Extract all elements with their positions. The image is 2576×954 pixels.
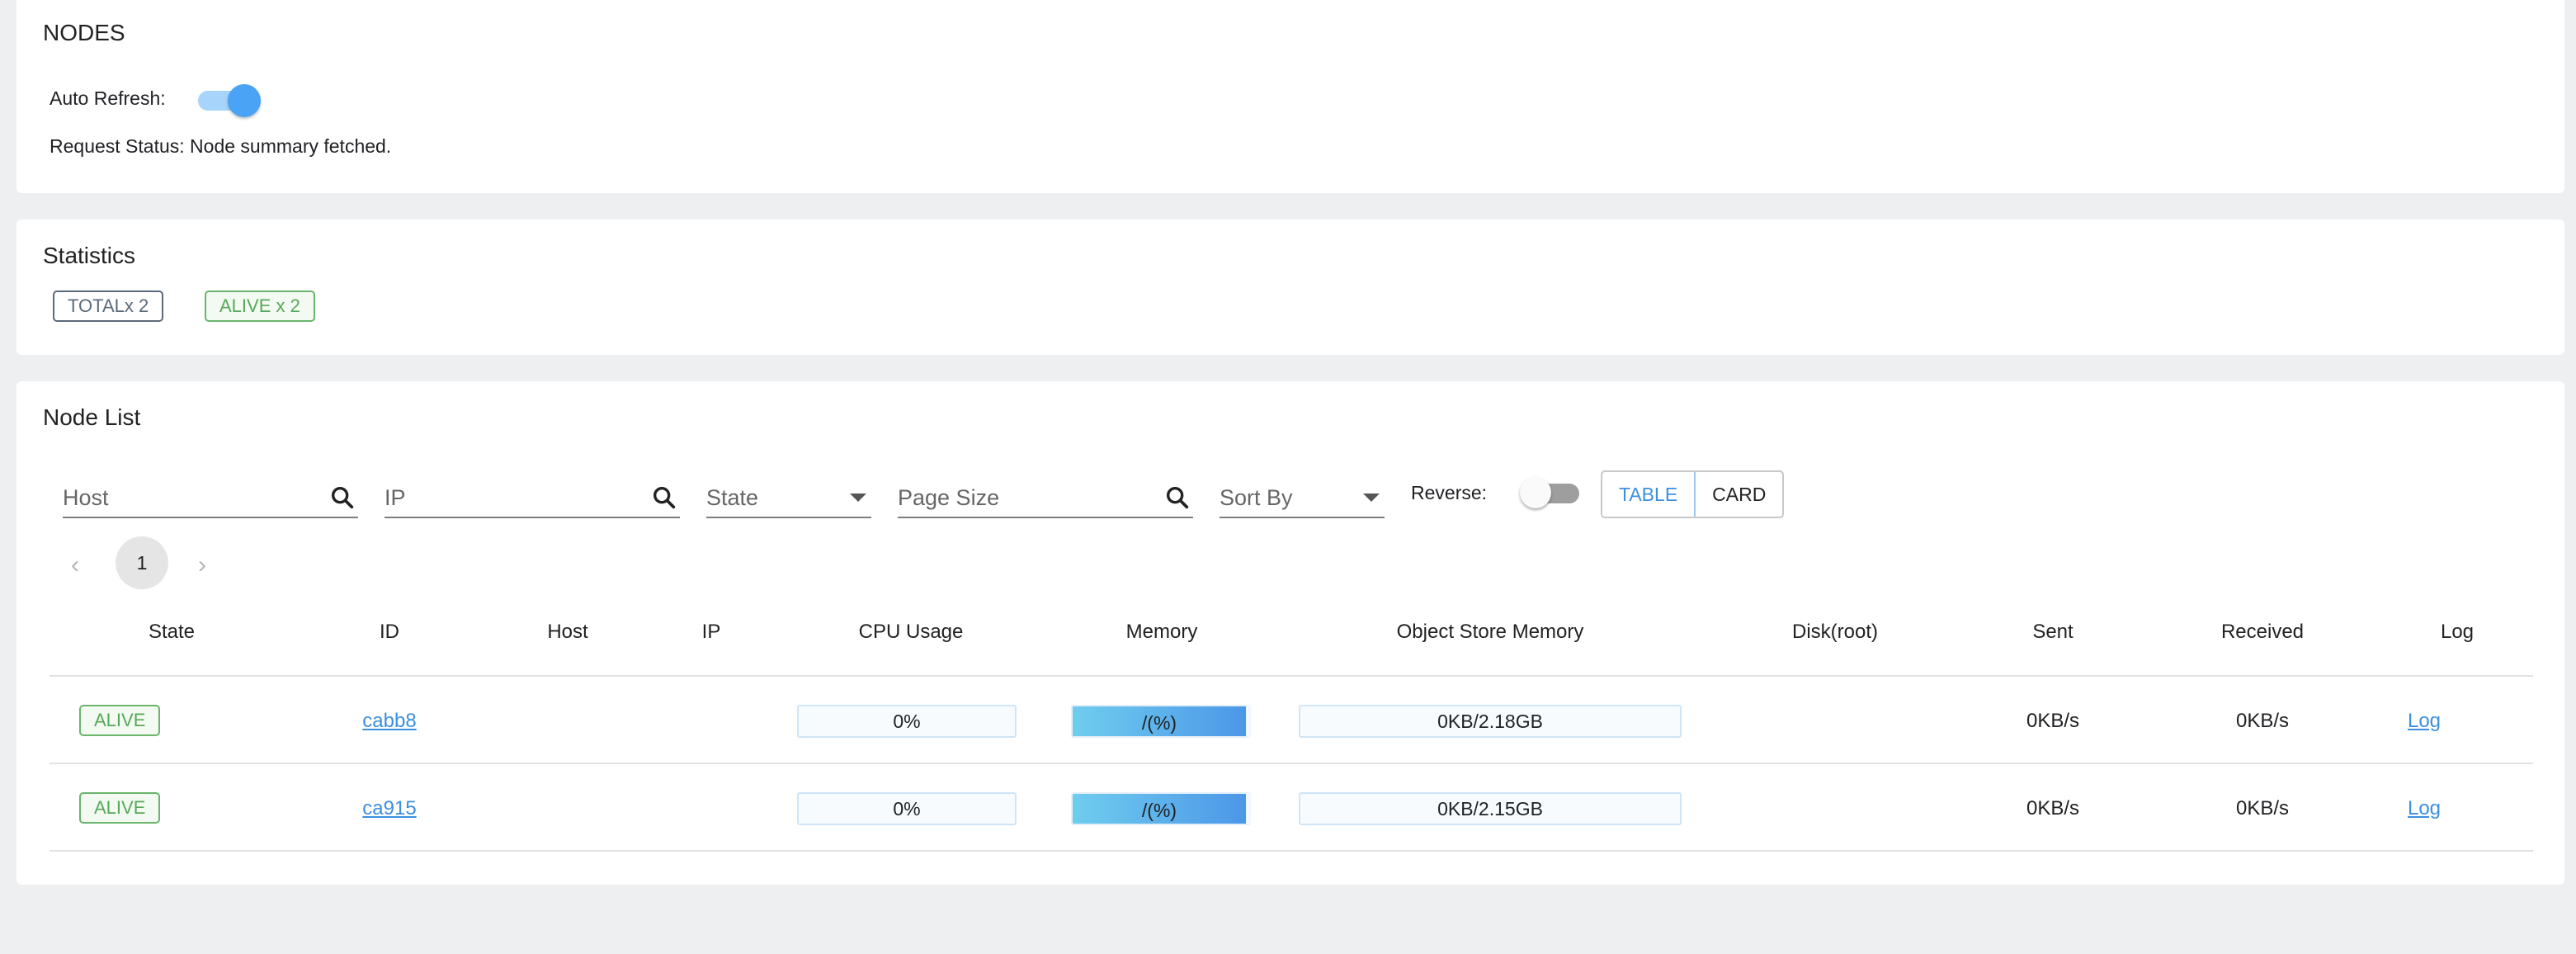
alive-chip[interactable]: ALIVE x 2 <box>205 290 315 322</box>
column-header-disk[interactable]: Disk(root) <box>1792 621 1878 644</box>
received-cell: 0KB/s <box>2235 797 2290 819</box>
node-list-title: Node List <box>43 404 141 430</box>
log-link[interactable]: Log <box>2408 797 2441 820</box>
cpu-usage-bar: 0% <box>797 792 1017 825</box>
ip-search-input[interactable]: IP <box>385 475 680 518</box>
column-header-cpu[interactable]: CPU Usage <box>859 621 964 644</box>
view-toggle-group: TABLE CARD <box>1601 470 1785 518</box>
page-button-1[interactable]: 1 <box>116 536 168 589</box>
chevron-down-icon <box>850 494 866 502</box>
divider <box>50 850 2533 852</box>
request-status: Request Status: Node summary fetched. <box>50 135 392 157</box>
column-header-ip[interactable]: IP <box>702 621 721 644</box>
chevron-down-icon <box>1363 494 1380 502</box>
column-header-log[interactable]: Log <box>2441 621 2474 644</box>
ip-placeholder: IP <box>385 485 406 510</box>
sent-cell: 0KB/s <box>2026 710 2080 732</box>
column-header-memory[interactable]: Memory <box>1126 621 1198 644</box>
column-header-host[interactable]: Host <box>547 621 587 644</box>
nodes-title: NODES <box>43 20 125 45</box>
chevron-right-icon[interactable]: › <box>198 551 206 579</box>
sort-by-placeholder: Sort By <box>1220 485 1293 510</box>
state-placeholder: State <box>706 485 759 510</box>
chevron-left-icon[interactable]: ‹ <box>71 551 79 579</box>
page-size-placeholder: Page Size <box>898 485 1000 510</box>
memory-bar: /(%) <box>1071 705 1251 738</box>
reverse-label: Reverse: <box>1411 482 1488 503</box>
sort-by-select[interactable]: Sort By <box>1220 475 1385 518</box>
column-header-object-store[interactable]: Object Store Memory <box>1397 621 1584 644</box>
state-select[interactable]: State <box>706 475 871 518</box>
search-icon[interactable] <box>1163 484 1191 512</box>
page-size-input[interactable]: Page Size <box>898 475 1193 518</box>
status-badge: ALIVE <box>79 705 161 736</box>
received-cell: 0KB/s <box>2235 710 2290 732</box>
reverse-toggle[interactable] <box>1520 477 1589 508</box>
statistics-card: Statistics TOTALx 2 ALIVE x 2 <box>17 220 2564 355</box>
auto-refresh-toggle[interactable] <box>195 84 261 117</box>
sent-cell: 0KB/s <box>2026 797 2080 819</box>
status-badge: ALIVE <box>79 792 161 824</box>
search-icon[interactable] <box>650 484 678 512</box>
column-header-received[interactable]: Received <box>2221 621 2304 644</box>
node-id-link[interactable]: cabb8 <box>362 710 416 733</box>
toggle-thumb <box>1520 477 1551 508</box>
object-store-bar: 0KB/2.15GB <box>1299 792 1682 825</box>
column-header-state[interactable]: State <box>149 621 195 644</box>
host-search-input[interactable]: Host <box>63 475 358 518</box>
host-placeholder: Host <box>63 485 109 510</box>
memory-bar: /(%) <box>1071 792 1251 825</box>
statistics-title: Statistics <box>43 243 136 268</box>
cpu-usage-bar: 0% <box>797 705 1017 738</box>
divider <box>50 763 2533 764</box>
log-link[interactable]: Log <box>2408 710 2441 733</box>
column-header-sent[interactable]: Sent <box>2032 621 2073 644</box>
search-icon[interactable] <box>328 484 356 512</box>
table-view-button[interactable]: TABLE <box>1602 472 1696 517</box>
nodes-card: NODES Auto Refresh: Request Status: Node… <box>17 0 2564 193</box>
total-chip[interactable]: TOTALx 2 <box>53 290 164 322</box>
object-store-bar: 0KB/2.18GB <box>1299 705 1682 738</box>
card-view-button[interactable]: CARD <box>1696 472 1782 517</box>
column-header-id[interactable]: ID <box>380 621 399 644</box>
divider <box>50 675 2533 677</box>
auto-refresh-label: Auto Refresh: <box>50 87 166 109</box>
node-list-card: Node List Host IP State Page Size Sort B… <box>17 381 2564 885</box>
node-id-link[interactable]: ca915 <box>362 797 416 820</box>
toggle-thumb <box>228 84 261 117</box>
